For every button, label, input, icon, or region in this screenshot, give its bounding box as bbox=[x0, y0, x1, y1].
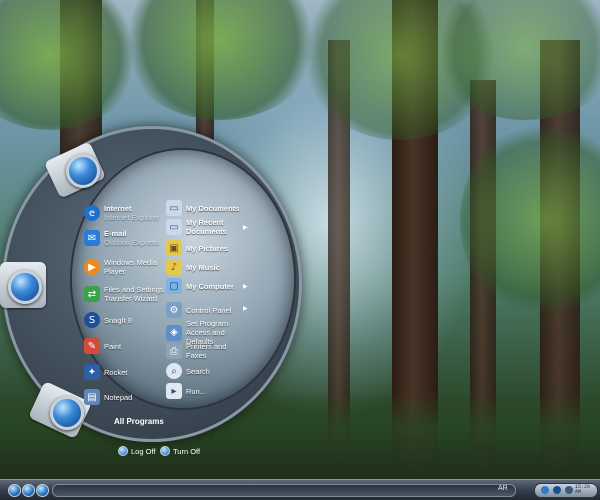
menu-item-label: My Pictures bbox=[186, 243, 229, 253]
menu-item-title: Files and Settings Transfer Wizard bbox=[104, 285, 164, 303]
security-icon[interactable] bbox=[565, 486, 573, 494]
menu-item-printers-and-faxes[interactable]: ⎙ Printers and Faxes bbox=[166, 342, 246, 360]
menu-item-label: Search bbox=[186, 366, 210, 376]
quick-launch-button[interactable] bbox=[36, 484, 49, 497]
menu-item-title: Windows Media Player bbox=[104, 258, 157, 276]
my-pictures-icon: ▣ bbox=[166, 240, 182, 256]
menu-knob-top[interactable] bbox=[66, 154, 100, 188]
menu-item-subtitle: Internet Explorer bbox=[104, 213, 160, 222]
notepad-icon: ▤ bbox=[84, 389, 100, 405]
menu-item-email[interactable]: ✉ E-mail Outlook Express bbox=[84, 229, 166, 247]
menu-item-label: Printers and Faxes bbox=[186, 342, 227, 360]
my-documents-icon: ▭ bbox=[166, 200, 182, 216]
submenu-arrow-icon: ▶ bbox=[243, 225, 248, 231]
clock[interactable]: 15:20 AM bbox=[575, 485, 590, 495]
email-icon: ✉ bbox=[84, 230, 100, 246]
recent-documents-icon: ▭ bbox=[166, 219, 182, 235]
all-programs-button[interactable]: All Programs bbox=[114, 417, 164, 426]
menu-item-label: Run... bbox=[186, 386, 207, 396]
internet-explorer-icon: e bbox=[84, 205, 100, 221]
menu-item-snagit[interactable]: S SnagIt 8 bbox=[84, 312, 166, 328]
menu-item-label: My Computer bbox=[186, 281, 234, 291]
menu-item-transfer-wizard[interactable]: ⇄ Files and Settings Transfer Wizard bbox=[84, 285, 166, 303]
taskbar-window-area[interactable] bbox=[52, 484, 516, 497]
snagit-icon: S bbox=[84, 312, 100, 328]
search-icon: ⌕ bbox=[166, 363, 182, 379]
menu-item-label: Control Panel bbox=[186, 305, 232, 315]
menu-item-internet[interactable]: e Internet Internet Explorer bbox=[84, 204, 166, 222]
menu-item-title: Internet bbox=[104, 204, 132, 213]
log-off-label: Log Off bbox=[131, 446, 156, 456]
menu-item-title: E-mail bbox=[104, 229, 127, 238]
transfer-wizard-icon: ⇄ bbox=[84, 286, 100, 302]
turn-off-icon bbox=[160, 446, 170, 456]
submenu-arrow-icon: ▶ bbox=[243, 284, 248, 290]
rocket-icon: ✦ bbox=[84, 364, 100, 380]
control-panel-icon: ⚙ bbox=[166, 302, 182, 318]
language-indicator[interactable]: AR bbox=[498, 485, 508, 492]
tree-canopy bbox=[0, 0, 140, 130]
menu-item-label: My Recent Documents bbox=[186, 218, 227, 236]
my-music-icon: ♪ bbox=[166, 259, 182, 275]
menu-item-title: Paint bbox=[104, 341, 122, 351]
taskbar: AR 15:20 AM bbox=[0, 479, 600, 500]
start-orb-button[interactable] bbox=[8, 484, 21, 497]
menu-item-my-computer[interactable]: ▢ My Computer bbox=[166, 278, 246, 294]
menu-item-run[interactable]: ▸ Run... bbox=[166, 383, 246, 399]
my-computer-icon: ▢ bbox=[166, 278, 182, 294]
quick-launch-button[interactable] bbox=[22, 484, 35, 497]
menu-knob-middle[interactable] bbox=[8, 270, 42, 304]
menu-item-my-recent-documents[interactable]: ▭ My Recent Documents bbox=[166, 218, 246, 236]
log-off-button[interactable]: Log Off bbox=[118, 446, 155, 456]
printers-icon: ⎙ bbox=[166, 343, 182, 359]
menu-knob-bottom[interactable] bbox=[50, 396, 84, 430]
program-access-icon: ◈ bbox=[166, 324, 182, 341]
menu-item-title: SnagIt 8 bbox=[104, 315, 132, 325]
menu-item-paint[interactable]: ✎ Paint bbox=[84, 338, 166, 354]
log-off-icon bbox=[118, 446, 128, 456]
menu-item-my-music[interactable]: ♪ My Music bbox=[166, 259, 246, 275]
menu-item-title: Rocket bbox=[104, 367, 128, 377]
menu-item-control-panel[interactable]: ⚙ Control Panel bbox=[166, 302, 246, 318]
menu-item-label: My Music bbox=[186, 262, 220, 272]
menu-item-rocket[interactable]: ✦ Rocket bbox=[84, 364, 166, 380]
menu-item-subtitle: Outlook Express bbox=[104, 238, 160, 247]
clock-label: AM bbox=[575, 489, 582, 495]
turn-off-label: Turn Off bbox=[173, 446, 201, 456]
network-icon[interactable] bbox=[541, 486, 549, 494]
system-tray: 15:20 AM bbox=[534, 483, 598, 498]
menu-item-title: Notepad bbox=[104, 392, 133, 402]
submenu-arrow-icon: ▶ bbox=[243, 306, 248, 312]
menu-item-windows-media-player[interactable]: ▶ Windows Media Player bbox=[84, 258, 166, 276]
run-icon: ▸ bbox=[166, 383, 182, 399]
menu-item-my-pictures[interactable]: ▣ My Pictures bbox=[166, 240, 246, 256]
turn-off-button[interactable]: Turn Off bbox=[160, 446, 200, 456]
paint-icon: ✎ bbox=[84, 338, 100, 354]
menu-item-notepad[interactable]: ▤ Notepad bbox=[84, 389, 166, 405]
menu-item-label: My Documents bbox=[186, 203, 240, 213]
menu-item-search[interactable]: ⌕ Search bbox=[166, 363, 246, 379]
media-player-icon: ▶ bbox=[84, 259, 100, 275]
volume-icon[interactable] bbox=[553, 486, 561, 494]
menu-item-my-documents[interactable]: ▭ My Documents bbox=[166, 200, 246, 216]
